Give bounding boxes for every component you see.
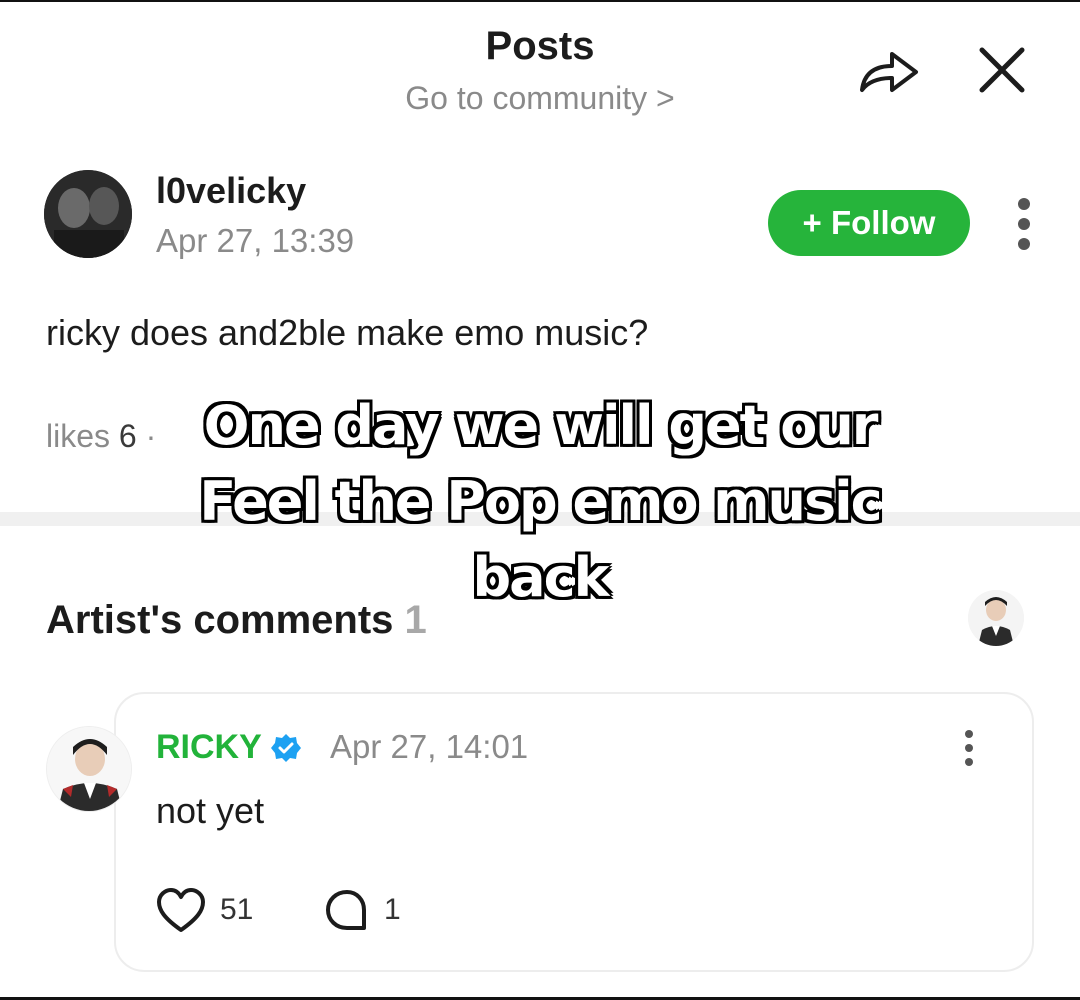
more-vertical-icon[interactable] (1010, 194, 1038, 254)
comment-like-count: 51 (220, 893, 254, 926)
close-icon[interactable] (972, 40, 1032, 100)
caption-line-3: back (472, 546, 609, 609)
top-border (0, 0, 1080, 2)
author-avatar[interactable] (44, 170, 132, 258)
author-username[interactable]: l0velicky (156, 170, 306, 212)
caption-line-1: One day we will get our (203, 394, 879, 457)
comment-text: not yet (156, 790, 265, 831)
likes-count: 6 (118, 418, 137, 454)
comment-reply-count: 1 (384, 893, 401, 926)
comment-icon[interactable] (322, 886, 372, 936)
comment-more-icon[interactable] (958, 726, 980, 770)
artist-avatar-image (968, 590, 1024, 646)
caption-line-2: Feel the Pop emo music (199, 470, 882, 533)
verified-icon (270, 733, 301, 762)
comment-author-avatar[interactable] (46, 726, 132, 812)
caption-overlay: One day we will get our Feel the Pop emo… (140, 388, 940, 616)
post-date: Apr 27, 13:39 (156, 222, 355, 259)
post-body: ricky does and2ble make emo music? (46, 312, 649, 353)
follow-button[interactable]: + Follow (768, 190, 970, 256)
artist-avatar-small[interactable] (968, 590, 1024, 646)
comment-avatar-image (47, 727, 131, 811)
share-icon[interactable] (858, 44, 920, 100)
likes-label: likes (46, 418, 111, 454)
comment-date: Apr 27, 14:01 (330, 728, 529, 765)
comment-author-name: RICKY (156, 728, 262, 766)
comment-author[interactable]: RICKY (156, 728, 302, 767)
heart-icon[interactable] (156, 886, 206, 936)
avatar-image (44, 170, 132, 258)
